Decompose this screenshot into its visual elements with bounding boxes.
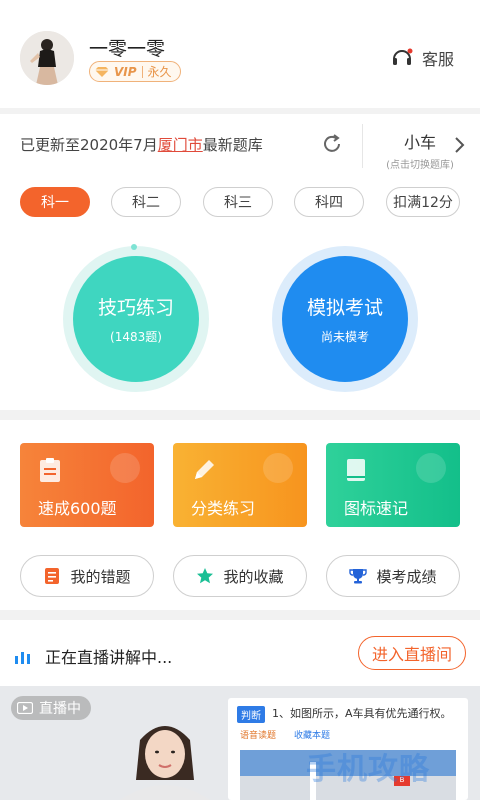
category-practice-card[interactable]: 分类练习 bbox=[173, 443, 307, 527]
live-section-header: 正在直播讲解中... 进入直播间 bbox=[0, 620, 480, 686]
book-icon bbox=[347, 459, 365, 481]
tab-penalty-12[interactable]: 扣满12分 bbox=[386, 187, 460, 217]
question-text: 1、如图所示，A车具有优先通行权。 bbox=[272, 707, 452, 720]
my-favorites-button[interactable]: 我的收藏 bbox=[173, 555, 307, 597]
question-actions: 语音读题 收藏本题 bbox=[240, 728, 330, 741]
enter-live-room-button[interactable]: 进入直播间 bbox=[358, 636, 466, 670]
update-suffix: 最新题库 bbox=[202, 136, 263, 154]
city-link[interactable]: 厦门市 bbox=[158, 136, 203, 154]
live-tag: 直播中 bbox=[11, 696, 91, 720]
favorite-question-label: 收藏本题 bbox=[294, 731, 331, 741]
mock-exam-circle-button[interactable]: 模拟考试 尚未模考 bbox=[272, 246, 418, 392]
mock-exam-circle: 模拟考试 尚未模考 bbox=[282, 256, 408, 382]
vip-label: VIP bbox=[114, 64, 137, 79]
divider bbox=[362, 124, 363, 168]
decoration bbox=[263, 453, 293, 483]
decoration bbox=[110, 453, 140, 483]
vehicle-switcher[interactable]: 小车 (点击切换题库) bbox=[380, 129, 460, 171]
my-favorites-label: 我的收藏 bbox=[223, 567, 284, 586]
star-icon bbox=[197, 568, 214, 584]
read-aloud-label: 语音读题 bbox=[240, 731, 277, 741]
host-image bbox=[120, 726, 210, 800]
decoration bbox=[416, 453, 446, 483]
mock-exam-status: 尚未模考 bbox=[320, 330, 369, 344]
practice-count: (1483题) bbox=[110, 330, 162, 344]
customer-service-label: 客服 bbox=[422, 50, 455, 69]
trophy-icon bbox=[349, 569, 368, 584]
practice-title: 技巧练习 bbox=[97, 297, 174, 319]
avatar[interactable] bbox=[20, 31, 74, 85]
update-prefix: 已更新至2020年7月 bbox=[20, 136, 158, 154]
sign-memorize-label: 图标速记 bbox=[344, 499, 409, 518]
tab-subject-1[interactable]: 科一 bbox=[20, 187, 90, 217]
category-practice-label: 分类练习 bbox=[191, 499, 256, 518]
question-bank-card: 已更新至2020年7月厦门市最新题库 小车 (点击切换题库) 科一 科二 科三 … bbox=[0, 114, 480, 410]
refresh-icon[interactable] bbox=[320, 132, 344, 156]
vehicle-hint: (点击切换题库) bbox=[386, 160, 454, 171]
pencil-icon bbox=[195, 460, 214, 479]
notebook-icon bbox=[45, 568, 60, 584]
chevron-right-icon[interactable] bbox=[454, 136, 466, 154]
vip-badge[interactable]: VIP 永久 bbox=[89, 61, 181, 82]
vip-duration: 永久 bbox=[147, 65, 172, 79]
live-tag-label: 直播中 bbox=[39, 701, 81, 717]
username: 一零一零 bbox=[89, 38, 166, 60]
progress-dot bbox=[131, 244, 137, 250]
live-stream-banner[interactable]: 直播中 判断 1、如图所示，A车具有优先通行权。 语音读题 收藏本题 B 手机攻… bbox=[0, 686, 480, 800]
my-mistakes-button[interactable]: 我的错题 bbox=[20, 555, 154, 597]
customer-service-button[interactable]: 客服 bbox=[390, 46, 454, 70]
tab-subject-3[interactable]: 科三 bbox=[203, 187, 273, 217]
mock-exam-title: 模拟考试 bbox=[306, 297, 383, 319]
profile-header: 一零一零 VIP 永久 客服 bbox=[0, 0, 480, 108]
clipboard-icon bbox=[40, 458, 60, 482]
mock-scores-button[interactable]: 模考成绩 bbox=[326, 555, 460, 597]
question-type-badge: 判断 bbox=[237, 706, 265, 723]
sign-memorize-card[interactable]: 图标速记 bbox=[326, 443, 460, 527]
diamond-icon bbox=[92, 62, 112, 81]
my-mistakes-label: 我的错题 bbox=[70, 567, 131, 586]
headset-icon bbox=[393, 48, 413, 65]
update-info: 已更新至2020年7月厦门市最新题库 bbox=[20, 134, 263, 155]
practice-circle: 技巧练习 (1483题) bbox=[73, 256, 199, 382]
tab-subject-4[interactable]: 科四 bbox=[294, 187, 364, 217]
tab-subject-2[interactable]: 科二 bbox=[111, 187, 181, 217]
quick-600-label: 速成600题 bbox=[38, 499, 117, 518]
practice-circle-button[interactable]: 技巧练习 (1483题) bbox=[63, 244, 209, 392]
mock-scores-label: 模考成绩 bbox=[376, 567, 437, 586]
subject-tabs: 科一 科二 科三 科四 扣满12分 bbox=[20, 187, 460, 217]
watermark: 手机攻略 bbox=[306, 752, 430, 787]
live-bars-icon bbox=[15, 652, 30, 664]
vehicle-name: 小车 bbox=[403, 133, 436, 152]
feature-area: 速成600题 分类练习 图标速记 我的错题 我的收藏 模考成绩 bbox=[0, 420, 480, 610]
video-icon bbox=[17, 702, 33, 714]
quick-600-card[interactable]: 速成600题 bbox=[20, 443, 154, 527]
live-status-text: 正在直播讲解中... bbox=[45, 648, 173, 667]
